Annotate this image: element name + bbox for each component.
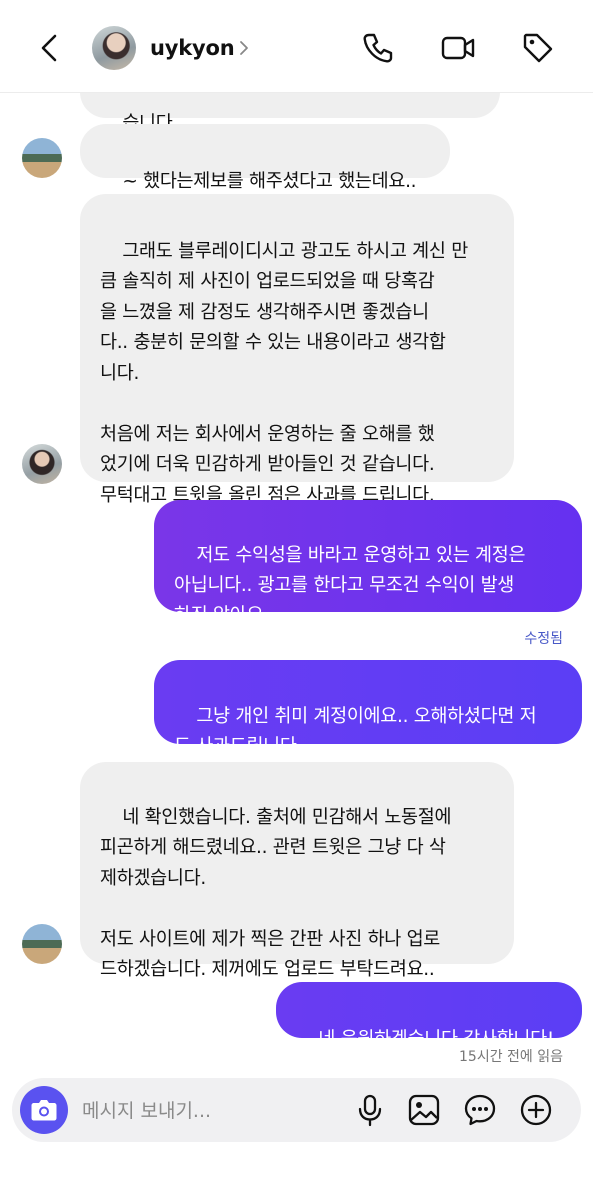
chat-username[interactable]: uykyon — [150, 36, 235, 60]
read-receipt: 15시간 전에 읽음 — [459, 1049, 563, 1065]
message-bubble-incoming[interactable]: 네 확인했습니다. 출처에 민감해서 노동절에 피곤하게 해드렸네요.. 관련 … — [80, 762, 514, 980]
camera-icon — [31, 1100, 57, 1121]
sticker-chat-icon[interactable] — [462, 1092, 498, 1128]
avatar[interactable] — [92, 26, 136, 70]
camera-button[interactable] — [20, 1086, 68, 1134]
message-bubble-outgoing[interactable]: 그냥 개인 취미 계정이에요.. 오해하셨다면 저 도 사과드립니다 — [154, 660, 582, 757]
add-icon[interactable] — [518, 1092, 554, 1128]
sender-avatar[interactable] — [22, 924, 62, 964]
back-icon[interactable] — [34, 32, 66, 64]
message-text: 저도 수익성을 바라고 운영하고 있는 계정은 아닙니다.. 광고를 한다고 무… — [174, 545, 526, 626]
microphone-icon[interactable] — [352, 1092, 388, 1128]
message-bubble-outgoing[interactable]: 네 응원하겠습니다 감사합니다! — [276, 982, 582, 1050]
phone-icon[interactable] — [360, 30, 396, 66]
message-bubble-incoming[interactable]: 그래도 블루레이디시고 광고도 하시고 계신 만 큼 솔직히 제 사진이 업로드… — [80, 194, 514, 506]
message-bubble-incoming[interactable]: ~ 했다는제보를 해주셨다고 했는데요.. — [80, 124, 450, 192]
gallery-icon[interactable] — [406, 1092, 442, 1128]
message-text: 그래도 블루레이디시고 광고도 하시고 계신 만 큼 솔직히 제 사진이 업로드… — [100, 240, 468, 506]
tag-icon[interactable] — [520, 30, 556, 66]
chevron-right-icon[interactable] — [237, 40, 251, 56]
message-text: 그냥 개인 취미 계정이에요.. 오해하셨다면 저 도 사과드립니다 — [174, 706, 537, 757]
video-icon[interactable] — [440, 30, 476, 66]
message-composer — [12, 1078, 581, 1142]
chat-header: uykyon — [0, 0, 593, 93]
message-bubble-outgoing[interactable]: 저도 수익성을 바라고 운영하고 있는 계정은 아닙니다.. 광고를 한다고 무… — [154, 500, 582, 626]
message-input[interactable] — [80, 1092, 344, 1130]
sender-avatar[interactable] — [22, 444, 62, 484]
message-text: ~ 했다는제보를 해주셨다고 했는데요.. — [122, 170, 417, 192]
edited-label: 수정됨 — [524, 631, 563, 647]
message-text: 네 확인했습니다. 출처에 민감해서 노동절에 피곤하게 해드렸네요.. 관련 … — [100, 806, 452, 981]
sender-avatar[interactable] — [22, 138, 62, 178]
